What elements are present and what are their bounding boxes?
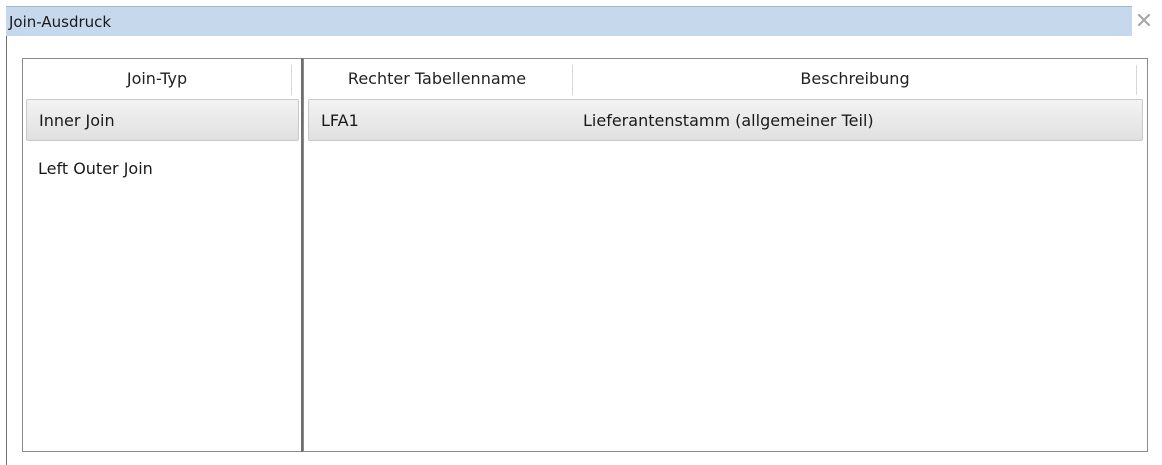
- right-table-grid: Rechter Tabellenname Beschreibung LFA1 L…: [303, 58, 1148, 452]
- join-type-item-left-outer-join[interactable]: Left Outer Join: [26, 147, 299, 189]
- join-type-header[interactable]: Join-Typ: [23, 60, 291, 97]
- list-item-label: Left Outer Join: [38, 158, 153, 178]
- table-name-text: LFA1: [321, 110, 359, 130]
- right-table-name-header-label: Rechter Tabellenname: [347, 69, 527, 88]
- column-separator[interactable]: [291, 65, 292, 95]
- table-cell-name: LFA1: [321, 100, 359, 140]
- table-row[interactable]: LFA1 Lieferantenstamm (allgemeiner Teil): [308, 99, 1143, 141]
- right-table-name-header[interactable]: Rechter Tabellenname: [304, 60, 570, 97]
- table-description-text: Lieferantenstamm (allgemeiner Teil): [583, 110, 874, 130]
- list-item-label: Inner Join: [39, 110, 115, 130]
- join-expression-dialog: Join-Ausdruck Join-Typ Inner Join Left O…: [0, 0, 1162, 465]
- title-bar[interactable]: Join-Ausdruck: [6, 6, 1132, 36]
- join-type-list: Join-Typ Inner Join Left Outer Join: [22, 58, 302, 452]
- column-separator[interactable]: [1136, 65, 1137, 95]
- close-icon[interactable]: [1136, 12, 1152, 28]
- window-title: Join-Ausdruck: [9, 13, 112, 31]
- join-type-item-inner-join[interactable]: Inner Join: [26, 99, 299, 141]
- description-header[interactable]: Beschreibung: [574, 60, 1136, 97]
- column-separator[interactable]: [572, 65, 573, 95]
- window-frame: [6, 30, 7, 465]
- table-cell-description: Lieferantenstamm (allgemeiner Teil): [583, 100, 874, 140]
- join-type-header-label: Join-Typ: [126, 69, 188, 88]
- description-header-label: Beschreibung: [800, 69, 910, 88]
